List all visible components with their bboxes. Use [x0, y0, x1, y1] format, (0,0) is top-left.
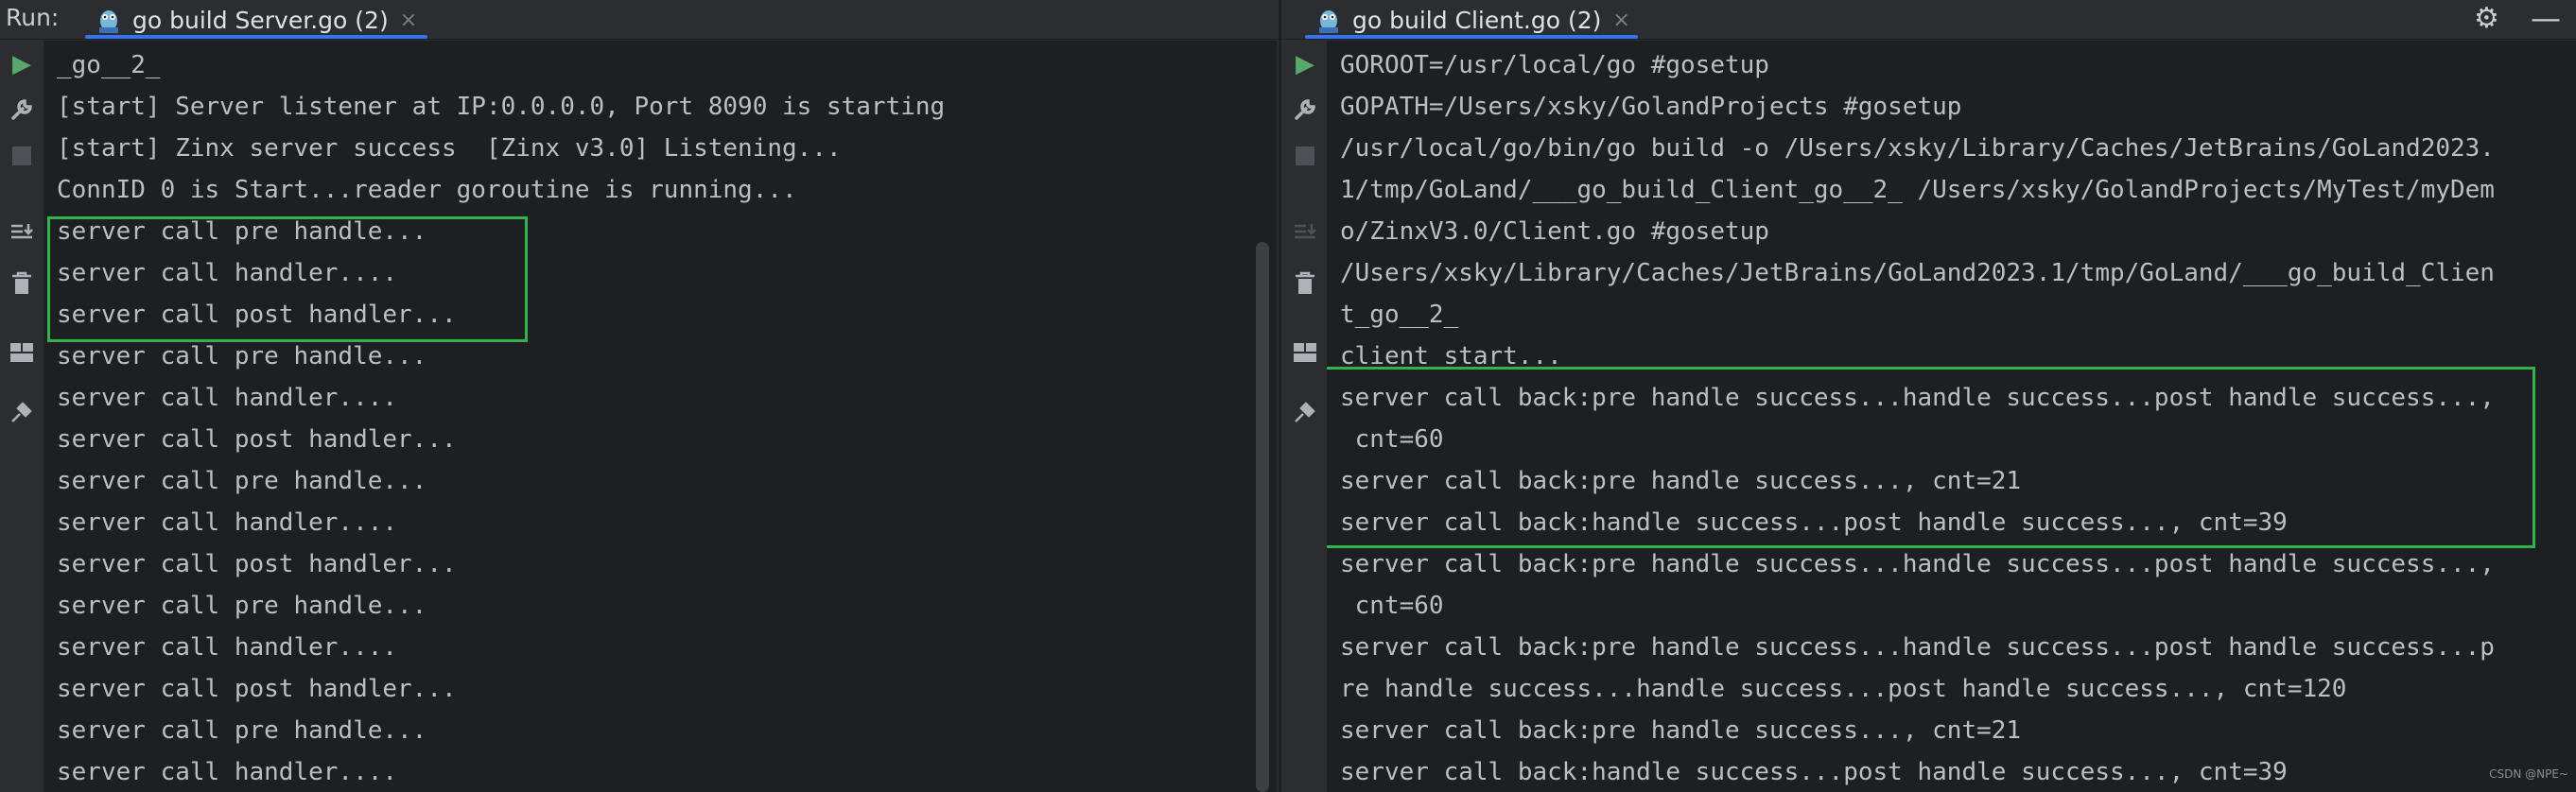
close-icon[interactable]: ×	[1612, 9, 1629, 32]
pane-divider[interactable]	[1279, 0, 1281, 792]
gear-icon[interactable]: ⚙	[2474, 2, 2499, 35]
console-line: GOROOT=/usr/local/go #gosetup	[1340, 51, 1769, 79]
rerun-icon[interactable]: ▶	[1283, 50, 1327, 78]
console-line: server call back:pre handle success...ha…	[1340, 550, 2495, 578]
console-line: server call pre handle...	[57, 467, 427, 495]
scroll-to-end-icon[interactable]	[1283, 220, 1327, 251]
console-line: server call post handler...	[57, 550, 457, 578]
minimize-icon[interactable]: —	[2531, 0, 2561, 36]
run-label: Run:	[6, 4, 60, 31]
console-line: server call back:pre handle success..., …	[1340, 716, 2022, 745]
stop-icon[interactable]	[1283, 145, 1327, 173]
active-tab-indicator	[85, 35, 427, 39]
trash-icon[interactable]	[1283, 271, 1327, 302]
console-line: _go__2_	[57, 51, 161, 79]
close-icon[interactable]: ×	[400, 9, 417, 32]
console-line: server call handler....	[57, 508, 398, 537]
console-line: [start] Server listener at IP:0.0.0.0, P…	[57, 93, 946, 121]
console-line: /Users/xsky/Library/Caches/JetBrains/GoL…	[1340, 259, 2495, 287]
console-line: server call handler....	[57, 758, 398, 786]
console-line: cnt=60	[1340, 592, 1444, 620]
console-line: ConnID 0 is Start...reader goroutine is …	[57, 176, 797, 204]
tab-client-label: go build Client.go (2)	[1352, 6, 1602, 34]
server-console-output[interactable]: _go__2_ [start] Server listener at IP:0.…	[44, 41, 1277, 792]
console-line: t_go__2_	[1340, 301, 1459, 329]
console-line: server call pre handle...	[57, 716, 427, 745]
console-line: GOPATH=/Users/xsky/GolandProjects #goset…	[1340, 93, 1962, 121]
console-line: /usr/local/go/bin/go build -o /Users/xsk…	[1340, 134, 2495, 163]
layout-icon[interactable]	[1283, 341, 1327, 370]
rerun-icon[interactable]: ▶	[0, 50, 44, 78]
highlight-box	[47, 216, 528, 342]
pin-icon[interactable]	[0, 400, 44, 431]
console-line: [start] Zinx server success [Zinx v3.0] …	[57, 134, 842, 163]
stop-icon[interactable]	[0, 145, 44, 173]
server-toolbar: ▶	[0, 41, 44, 792]
pin-icon[interactable]	[1283, 400, 1327, 431]
wrench-icon[interactable]	[1283, 97, 1327, 129]
console-line: o/ZinxV3.0/Client.go #gosetup	[1340, 217, 1769, 246]
trash-icon[interactable]	[0, 271, 44, 302]
console-line: server call post handler...	[57, 675, 457, 703]
watermark: CSDN @NPE~	[2489, 767, 2568, 781]
tab-server-label: go build Server.go (2)	[132, 6, 389, 34]
scroll-to-end-icon[interactable]	[0, 220, 44, 251]
go-file-icon	[96, 7, 121, 33]
console-line: server call back:pre handle success...ha…	[1340, 633, 2495, 662]
console-line: 1/tmp/GoLand/___go_build_Client_go__2_ /…	[1340, 176, 2495, 204]
console-line: server call post handler...	[57, 425, 457, 454]
client-toolbar: ▶	[1283, 41, 1327, 792]
layout-icon[interactable]	[0, 341, 44, 370]
wrench-icon[interactable]	[0, 97, 44, 129]
console-line: re handle success...handle success...pos…	[1340, 675, 2347, 703]
console-line: server call back:handle success...post h…	[1340, 758, 2288, 786]
active-tab-indicator	[1305, 35, 1638, 39]
go-file-icon	[1316, 7, 1341, 33]
console-line: server call handler....	[57, 384, 398, 412]
highlight-box	[1327, 367, 2535, 548]
client-console-output[interactable]: GOROOT=/usr/local/go #gosetup GOPATH=/Us…	[1327, 41, 2576, 792]
console-line: server call pre handle...	[57, 592, 427, 620]
scrollbar[interactable]	[1256, 242, 1269, 792]
run-tool-window-header: Run: go build Server.go (2) × go build C…	[0, 0, 2576, 40]
tab-client[interactable]: go build Client.go (2) ×	[1316, 0, 1630, 40]
console-line: server call handler....	[57, 633, 398, 662]
tab-server[interactable]: go build Server.go (2) ×	[96, 0, 417, 40]
